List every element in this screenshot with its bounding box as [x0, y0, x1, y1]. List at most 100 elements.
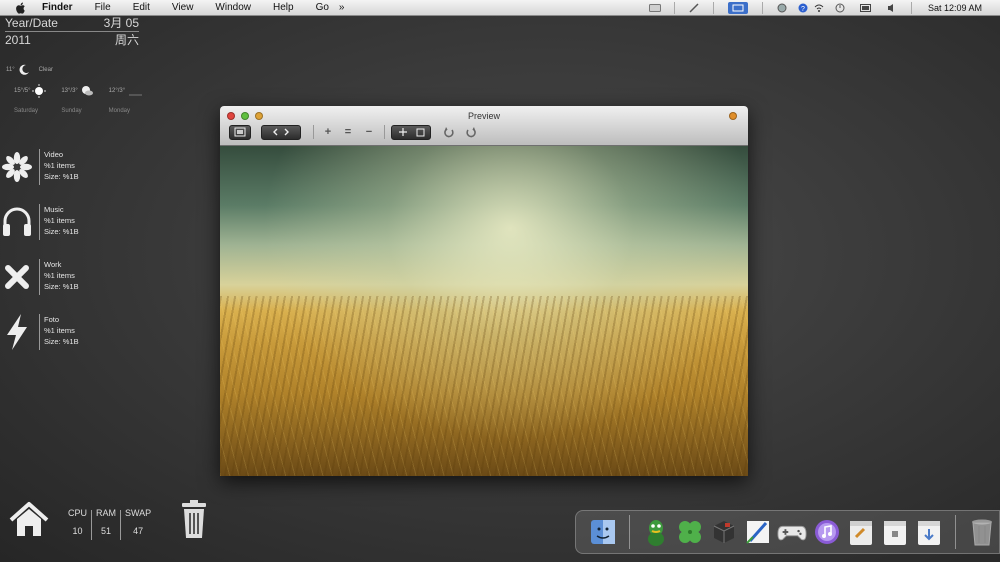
volume-icon[interactable]	[886, 3, 898, 13]
folder-music[interactable]: Music %1 items Size: %1B	[0, 202, 150, 242]
menu-view[interactable]: View	[172, 2, 194, 13]
pen-icon[interactable]	[688, 3, 700, 13]
ram-stat: RAM 51	[92, 508, 120, 540]
zoom-out-button[interactable]: −	[360, 125, 378, 140]
menu-separator	[712, 2, 714, 14]
forecast-temps: 13°/3°	[61, 88, 78, 94]
folder-divider	[39, 204, 40, 240]
home-icon[interactable]	[8, 500, 50, 540]
forecast-temps: 12°/3°	[108, 88, 126, 94]
game-cube-icon[interactable]	[709, 517, 738, 547]
dock	[575, 510, 1000, 554]
date-divider	[5, 31, 139, 32]
sidebar-icon	[234, 127, 246, 137]
folder-size: Size: %1B	[44, 337, 79, 346]
stat-label: SWAP	[125, 508, 152, 518]
finder-icon[interactable]	[588, 517, 617, 547]
forecast-day: Monday	[108, 108, 131, 114]
partly-cloudy-icon	[81, 86, 93, 96]
folder-divider	[39, 149, 40, 185]
window-title: Preview	[467, 111, 500, 121]
sidebar-toggle-button[interactable]	[229, 124, 251, 140]
tool-mode-button[interactable]	[391, 124, 431, 140]
menu-overflow-icon[interactable]: »	[339, 2, 345, 13]
moon-icon	[19, 64, 29, 75]
stat-value: 10	[72, 526, 83, 536]
itunes-icon[interactable]	[812, 517, 841, 547]
swap-stat: SWAP 47	[121, 508, 155, 540]
wheat-field-texture	[220, 296, 748, 476]
date-widget: Year/Date 3月 05 2011 周六	[5, 16, 139, 47]
installer-icon[interactable]	[914, 517, 943, 547]
folder-name: Work	[44, 260, 62, 269]
folder-items: %1 items	[44, 216, 75, 225]
menu-finder[interactable]: Finder	[42, 2, 73, 13]
date-value: 3月 05	[103, 16, 139, 30]
preview-toolbar: + = −	[229, 124, 479, 140]
apple-icon[interactable]	[14, 1, 28, 15]
folder-work[interactable]: Work %1 items Size: %1B	[0, 257, 150, 297]
battery-icon[interactable]	[859, 3, 872, 13]
menu-file[interactable]: File	[95, 2, 111, 13]
folder-name: Video	[44, 150, 64, 159]
qq-icon[interactable]	[641, 517, 670, 547]
zoom-in-button[interactable]: +	[320, 125, 336, 140]
dock-trash-icon[interactable]	[968, 517, 997, 547]
menu-edit[interactable]: Edit	[133, 2, 150, 13]
stat-label: CPU	[68, 508, 88, 518]
cloud-icon	[129, 94, 143, 96]
menu-clock[interactable]: Sat 12:09 AM	[928, 3, 982, 13]
toolbar-toggle-button[interactable]	[729, 112, 737, 120]
wifi-icon[interactable]	[813, 3, 825, 13]
window-titlebar[interactable]: Preview + = −	[220, 106, 748, 146]
folder-name: Music	[44, 205, 64, 214]
menu-go[interactable]: Go	[316, 2, 329, 13]
folder-video[interactable]: Video %1 items Size: %1B	[0, 147, 150, 187]
menu-window[interactable]: Window	[215, 2, 251, 13]
move-icon	[398, 128, 407, 136]
status-menus: ? Sat 12:09 AM	[642, 0, 1000, 16]
folder-size: Size: %1B	[44, 282, 79, 291]
folder-items: %1 items	[44, 326, 75, 335]
app-box-icon[interactable]	[880, 517, 909, 547]
prev-next-button[interactable]	[261, 124, 301, 140]
actual-size-button[interactable]: =	[336, 125, 360, 140]
cpu-stat: CPU 10	[64, 508, 91, 540]
gamepad-icon[interactable]	[777, 517, 807, 547]
menu-separator	[673, 2, 675, 14]
current-condition: Clear	[38, 67, 53, 73]
clover-icon[interactable]	[675, 517, 704, 547]
menu-bar: Finder File Edit View Window Help Go » ?	[0, 0, 1000, 16]
rotate-left-icon	[444, 127, 454, 138]
stat-label: RAM	[96, 508, 117, 518]
current-temp: 11°	[6, 67, 15, 73]
forecast-day: Saturday	[14, 108, 39, 114]
system-stats: CPU 10 RAM 51 SWAP 47	[64, 508, 155, 540]
preview-image[interactable]	[220, 146, 748, 476]
time-machine-icon[interactable]	[834, 3, 846, 13]
folder-size: Size: %1B	[44, 227, 79, 236]
flower-icon	[0, 147, 34, 187]
svg-text:?: ?	[801, 6, 805, 13]
x-icon	[0, 257, 34, 297]
year-date-label: Year/Date	[5, 16, 58, 30]
window-switcher-icon[interactable]	[727, 2, 748, 14]
forecast-day: Sunday	[61, 108, 82, 114]
drive-icon[interactable]	[648, 3, 661, 13]
preview-window: Preview + = −	[220, 106, 748, 476]
toolbar-separator	[384, 125, 385, 139]
help-icon[interactable]: ?	[797, 3, 809, 13]
menu-help[interactable]: Help	[273, 2, 294, 13]
folder-items: %1 items	[44, 271, 75, 280]
trash-icon[interactable]	[180, 500, 208, 540]
folder-foto[interactable]: Foto %1 items Size: %1B	[0, 312, 150, 352]
rotate-left-button[interactable]	[441, 125, 457, 140]
stat-value: 47	[133, 526, 144, 536]
sun-icon	[32, 84, 47, 98]
folder-size: Size: %1B	[44, 172, 79, 181]
notes-icon[interactable]	[846, 517, 875, 547]
rotate-right-button[interactable]	[463, 125, 479, 140]
network-icon[interactable]	[776, 3, 788, 13]
pen-tool-icon[interactable]	[743, 517, 772, 547]
chevron-left-icon	[273, 128, 278, 136]
